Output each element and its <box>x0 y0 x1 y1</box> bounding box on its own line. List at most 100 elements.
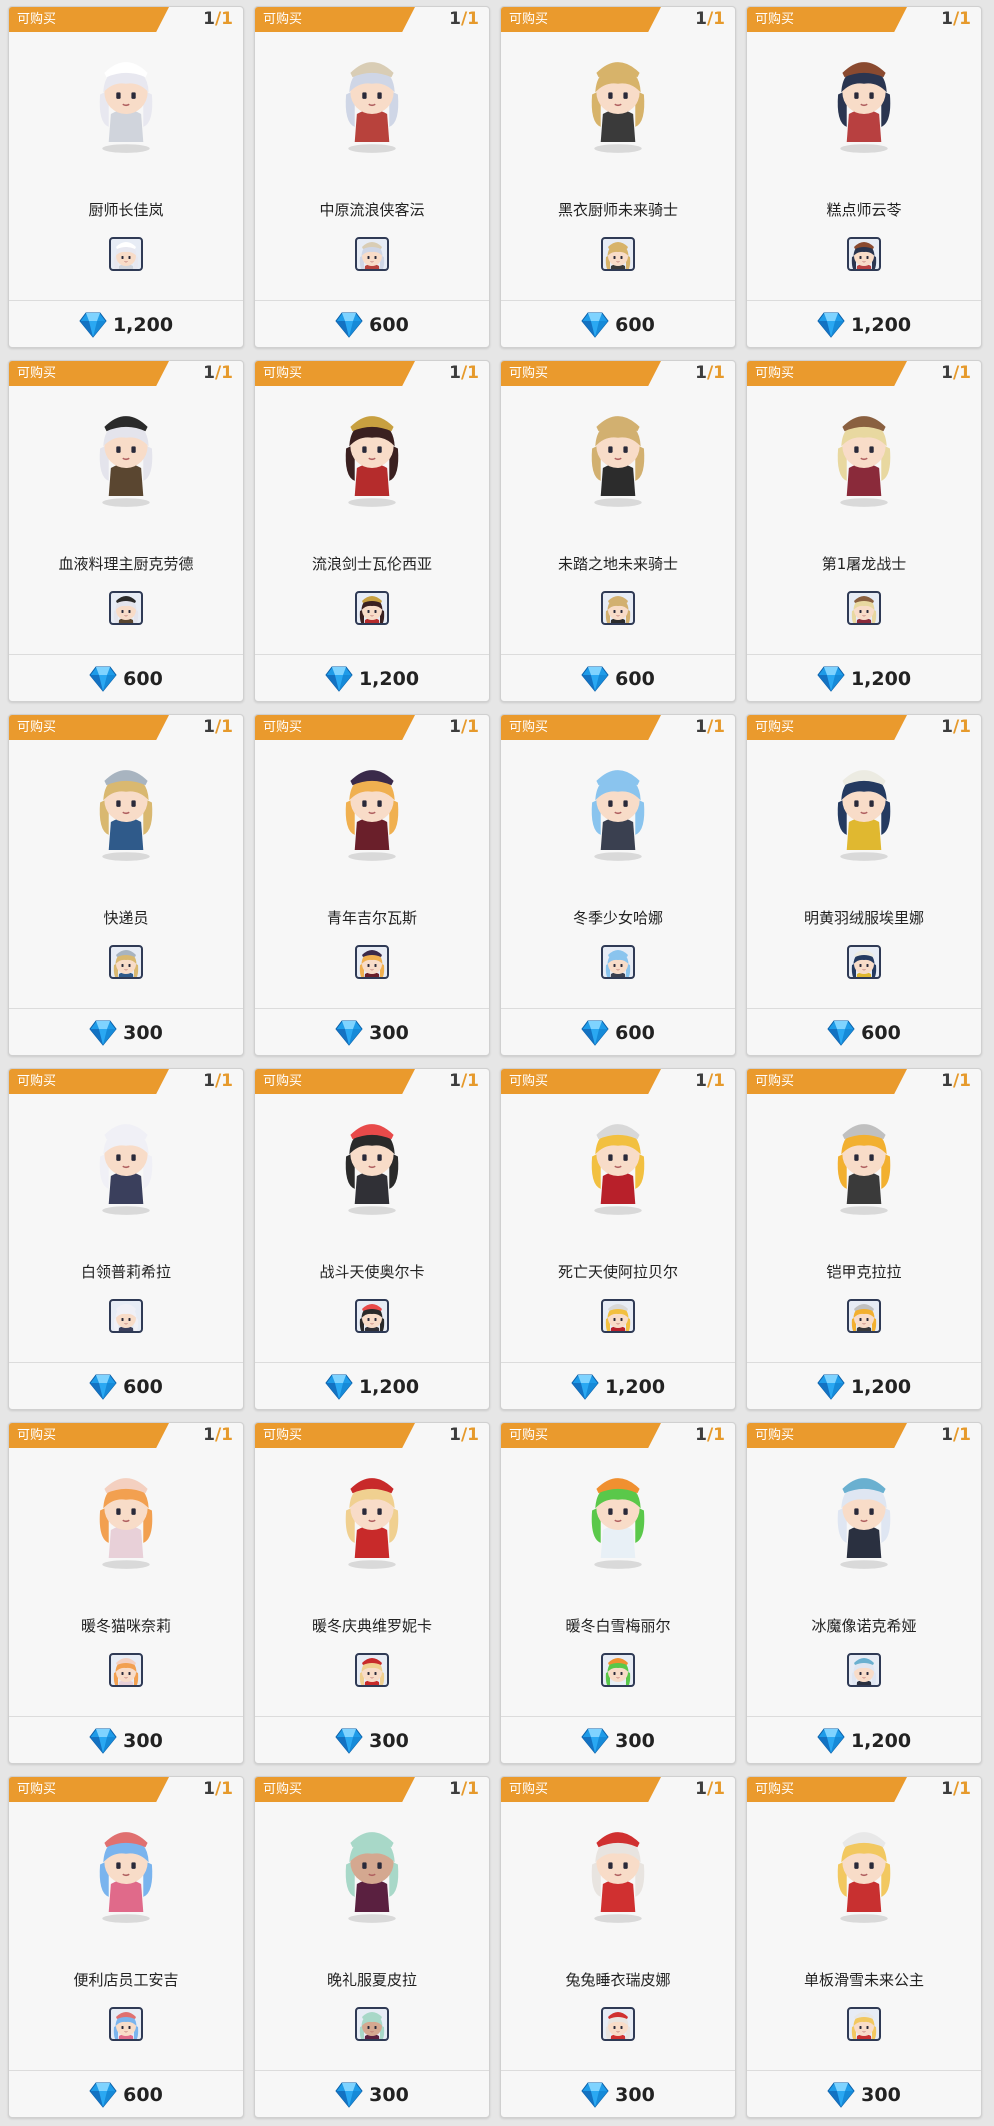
purchase-limit: 1/1 <box>203 1071 233 1091</box>
costume-card[interactable]: 可购买 1/1 黑衣厨师未来骑士 600 <box>500 6 736 348</box>
purchase-count: 1 <box>449 9 461 29</box>
purchasable-tag: 可购买 <box>747 361 907 386</box>
gem-icon <box>827 2082 855 2108</box>
divider <box>255 1362 489 1363</box>
price-row[interactable]: 600 <box>501 666 735 692</box>
costume-card[interactable]: 可购买 1/1 厨师长佳岚 1,200 <box>8 6 244 348</box>
purchasable-tag: 可购买 <box>9 1069 169 1094</box>
costume-card[interactable]: 可购买 1/1 青年吉尔瓦斯 300 <box>254 714 490 1056</box>
costume-card[interactable]: 可购买 1/1 便利店员工安吉 600 <box>8 1776 244 2118</box>
purchase-limit-max: 1 <box>713 363 725 383</box>
costume-card[interactable]: 可购买 1/1 暖冬猫咪奈莉 300 <box>8 1422 244 1764</box>
purchase-limit-max: 1 <box>467 363 479 383</box>
divider <box>501 300 735 301</box>
costume-card[interactable]: 可购买 1/1 冬季少女哈娜 600 <box>500 714 736 1056</box>
price-row[interactable]: 1,200 <box>747 312 981 338</box>
price-row[interactable]: 1,200 <box>747 1374 981 1400</box>
price-row[interactable]: 300 <box>255 1020 489 1046</box>
hero-avatar-icon <box>847 945 881 979</box>
costume-card[interactable]: 可购买 1/1 暖冬白雪梅丽尔 300 <box>500 1422 736 1764</box>
character-portrait <box>810 47 918 155</box>
price-row[interactable]: 600 <box>501 1020 735 1046</box>
character-portrait <box>72 401 180 509</box>
price-row[interactable]: 1,200 <box>255 666 489 692</box>
purchase-limit: 1/1 <box>695 1425 725 1445</box>
price-row[interactable]: 300 <box>501 2082 735 2108</box>
price-row[interactable]: 300 <box>747 2082 981 2108</box>
price-row[interactable]: 1,200 <box>255 1374 489 1400</box>
purchase-limit: 1/1 <box>203 363 233 383</box>
price-row[interactable]: 300 <box>501 1728 735 1754</box>
character-portrait <box>318 755 426 863</box>
price-row[interactable]: 600 <box>9 1374 243 1400</box>
price-value: 600 <box>615 1022 655 1044</box>
costume-card[interactable]: 可购买 1/1 兔兔睡衣瑞皮娜 300 <box>500 1776 736 2118</box>
costume-card[interactable]: 可购买 1/1 铠甲克拉拉 1,200 <box>746 1068 982 1410</box>
gem-icon <box>335 1728 363 1754</box>
price-row[interactable]: 1,200 <box>747 666 981 692</box>
price-row[interactable]: 600 <box>747 1020 981 1046</box>
costume-card[interactable]: 可购买 1/1 第1屠龙战士 1,200 <box>746 360 982 702</box>
price-value: 300 <box>861 2084 901 2106</box>
purchase-limit: 1/1 <box>449 1425 479 1445</box>
costume-card[interactable]: 可购买 1/1 战斗天使奥尔卡 1,200 <box>254 1068 490 1410</box>
character-portrait <box>564 47 672 155</box>
purchase-limit-max: 1 <box>713 1071 725 1091</box>
purchase-limit: 1/1 <box>941 363 971 383</box>
price-row[interactable]: 300 <box>255 1728 489 1754</box>
character-portrait <box>318 1109 426 1217</box>
price-row[interactable]: 1,200 <box>501 1374 735 1400</box>
divider <box>9 654 243 655</box>
price-row[interactable]: 300 <box>9 1020 243 1046</box>
character-portrait <box>564 755 672 863</box>
hero-avatar-icon <box>109 591 143 625</box>
costume-name: 流浪剑士瓦伦西亚 <box>311 555 432 573</box>
purchase-limit-max: 1 <box>221 1071 233 1091</box>
divider <box>9 2070 243 2071</box>
purchasable-tag: 可购买 <box>747 1069 907 1094</box>
price-value: 300 <box>615 2084 655 2106</box>
hero-avatar-icon <box>847 591 881 625</box>
price-row[interactable]: 300 <box>9 1728 243 1754</box>
price-row[interactable]: 600 <box>9 666 243 692</box>
purchase-limit: 1/1 <box>203 1779 233 1799</box>
costume-card[interactable]: 可购买 1/1 冰魔像诺克希娅 1,200 <box>746 1422 982 1764</box>
costume-card[interactable]: 可购买 1/1 单板滑雪未来公主 300 <box>746 1776 982 2118</box>
costume-card[interactable]: 可购买 1/1 晚礼服夏皮拉 300 <box>254 1776 490 2118</box>
price-row[interactable]: 600 <box>255 312 489 338</box>
price-row[interactable]: 1,200 <box>747 1728 981 1754</box>
costume-card[interactable]: 可购买 1/1 快递员 300 <box>8 714 244 1056</box>
costume-card[interactable]: 可购买 1/1 血液料理主厨克劳德 600 <box>8 360 244 702</box>
price-row[interactable]: 1,200 <box>9 312 243 338</box>
costume-card[interactable]: 可购买 1/1 未踏之地未来骑士 600 <box>500 360 736 702</box>
gem-icon <box>817 1374 845 1400</box>
price-row[interactable]: 600 <box>9 2082 243 2108</box>
divider <box>747 654 981 655</box>
divider <box>747 1362 981 1363</box>
costume-card[interactable]: 可购买 1/1 明黄羽绒服埃里娜 600 <box>746 714 982 1056</box>
hero-avatar-icon <box>109 2007 143 2041</box>
price-row[interactable]: 300 <box>255 2082 489 2108</box>
gem-icon <box>335 1020 363 1046</box>
purchase-count: 1 <box>941 1779 953 1799</box>
costume-card[interactable]: 可购买 1/1 流浪剑士瓦伦西亚 1,200 <box>254 360 490 702</box>
purchasable-tag: 可购买 <box>255 715 415 740</box>
hero-avatar-icon <box>109 1299 143 1333</box>
purchase-count: 1 <box>941 363 953 383</box>
purchase-limit: 1/1 <box>695 9 725 29</box>
costume-card[interactable]: 可购买 1/1 糕点师云苓 1,200 <box>746 6 982 348</box>
costume-card[interactable]: 可购买 1/1 白领普莉希拉 600 <box>8 1068 244 1410</box>
gem-icon <box>817 312 845 338</box>
costume-name: 第1屠龙战士 <box>821 555 907 573</box>
character-portrait <box>564 401 672 509</box>
purchase-limit-max: 1 <box>713 717 725 737</box>
purchase-limit: 1/1 <box>449 1071 479 1091</box>
purchasable-tag: 可购买 <box>501 1777 661 1802</box>
costume-card[interactable]: 可购买 1/1 暖冬庆典维罗妮卡 300 <box>254 1422 490 1764</box>
costume-card[interactable]: 可购买 1/1 中原流浪侠客沄 600 <box>254 6 490 348</box>
price-row[interactable]: 600 <box>501 312 735 338</box>
costume-card[interactable]: 可购买 1/1 死亡天使阿拉贝尔 1,200 <box>500 1068 736 1410</box>
purchase-count: 1 <box>203 1071 215 1091</box>
divider <box>9 300 243 301</box>
price-value: 1,200 <box>604 1376 666 1398</box>
